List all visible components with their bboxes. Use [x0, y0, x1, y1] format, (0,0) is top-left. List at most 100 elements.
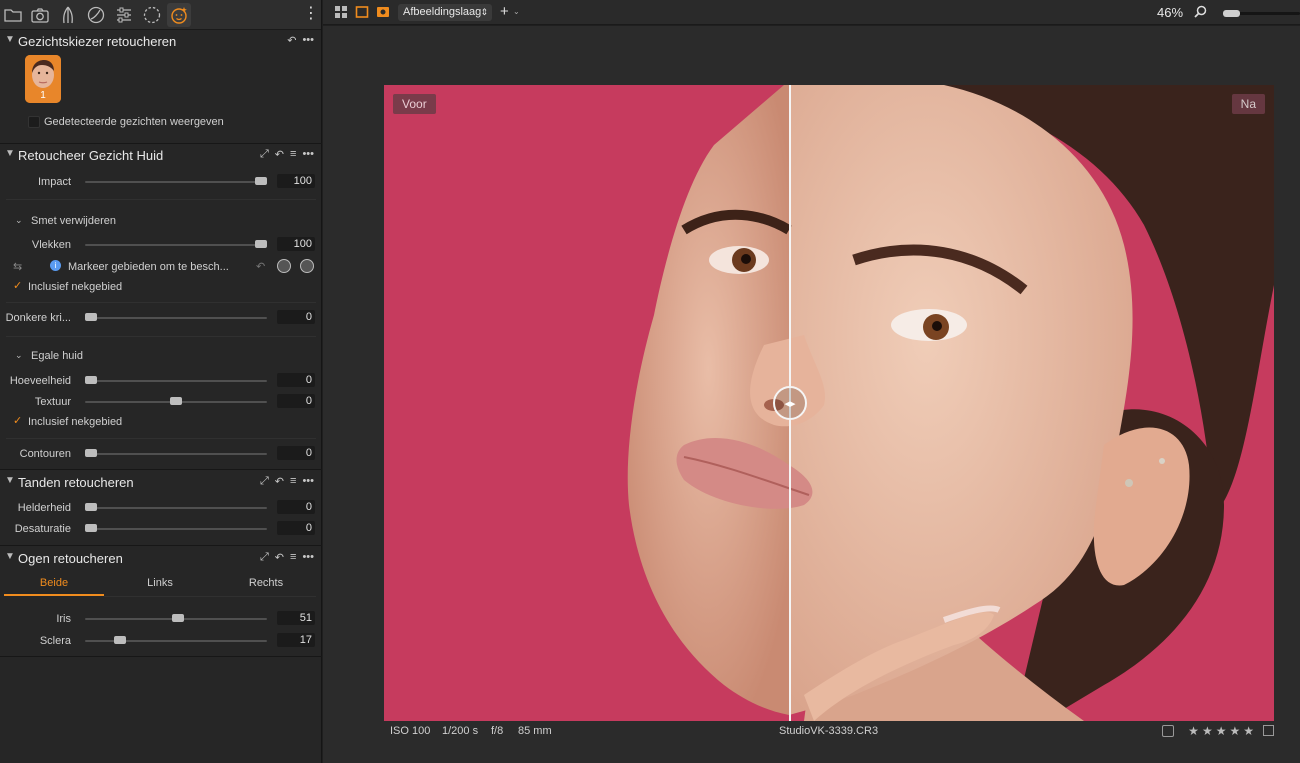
- chevron-down-icon[interactable]: ▼: [5, 34, 15, 45]
- desaturation-slider[interactable]: [85, 528, 267, 530]
- shutter-value: 1/200 s: [442, 725, 479, 737]
- star-icon[interactable]: ★: [1202, 724, 1213, 738]
- dark-circles-label: Donkere kri...: [5, 312, 71, 324]
- list-icon[interactable]: ≡: [290, 475, 296, 488]
- reset-icon[interactable]: ↶: [275, 148, 284, 161]
- desaturation-thumb[interactable]: [85, 524, 97, 532]
- desaturation-value[interactable]: 0: [277, 521, 315, 535]
- chevron-down-icon[interactable]: ▼: [5, 475, 15, 486]
- checkmark-icon[interactable]: ✓: [13, 416, 24, 427]
- sclera-thumb[interactable]: [113, 636, 126, 644]
- folder-icon[interactable]: [1, 3, 25, 27]
- more-icon[interactable]: •••: [302, 148, 314, 161]
- tab-both[interactable]: Beide: [4, 577, 104, 589]
- camera-icon[interactable]: [28, 3, 52, 27]
- reset-icon[interactable]: ↶: [275, 551, 284, 564]
- zoom-level[interactable]: 46%: [1157, 5, 1183, 20]
- texture-value[interactable]: 0: [277, 394, 315, 408]
- amount-slider[interactable]: [85, 380, 267, 382]
- tab-left[interactable]: Links: [110, 577, 210, 589]
- texture-thumb[interactable]: [170, 397, 182, 405]
- brightness-thumb[interactable]: [85, 503, 97, 511]
- sclera-slider[interactable]: [85, 640, 267, 642]
- exposure-icon[interactable]: [84, 3, 108, 27]
- sclera-value[interactable]: 17: [277, 633, 315, 647]
- more-icon[interactable]: •••: [302, 34, 314, 47]
- focal-length-value: 85 mm: [518, 725, 552, 737]
- select-checkbox[interactable]: [1162, 725, 1174, 737]
- contours-slider[interactable]: [85, 453, 267, 455]
- star-rating[interactable]: ★ ★ ★ ★ ★: [1188, 724, 1254, 738]
- reset-icon[interactable]: ↶: [287, 34, 296, 47]
- star-icon[interactable]: ★: [1229, 724, 1240, 738]
- zoom-slider-thumb[interactable]: [1223, 10, 1240, 17]
- spots-slider[interactable]: [85, 244, 267, 246]
- chevron-down-icon[interactable]: ▼: [5, 148, 15, 159]
- portrait-photo[interactable]: Voor Na ◂▸: [384, 85, 1274, 721]
- viewer-toolbar: Afbeeldingslaag ⇕ + ⌄ 46%: [323, 0, 1300, 25]
- brush-erase-icon[interactable]: [300, 259, 314, 273]
- dark-circles-slider[interactable]: [85, 317, 267, 319]
- proof-view-icon[interactable]: [376, 5, 390, 19]
- contours-thumb[interactable]: [85, 449, 97, 457]
- undo-icon[interactable]: ↶: [256, 260, 265, 273]
- list-icon[interactable]: ≡: [290, 148, 296, 161]
- chevron-down-icon[interactable]: ⌄: [15, 350, 23, 361]
- more-icon[interactable]: •••: [302, 551, 314, 564]
- chevron-down-icon[interactable]: ▼: [5, 551, 15, 562]
- impact-thumb[interactable]: [255, 177, 267, 185]
- expand-icon[interactable]: ⤢: [260, 475, 269, 488]
- face-retouch-icon[interactable]: [167, 3, 191, 27]
- star-icon[interactable]: ★: [1216, 724, 1227, 738]
- eyes-retouch-header[interactable]: ▼ Ogen retoucheren ⤢ ↶ ≡ •••: [0, 548, 322, 570]
- contours-value[interactable]: 0: [277, 446, 315, 460]
- swap-icon[interactable]: ⇆: [13, 260, 22, 273]
- expand-icon[interactable]: ⤢: [260, 551, 269, 564]
- face-selector-header[interactable]: ▼ Gezichtskiezer retoucheren ↶ •••: [0, 31, 322, 53]
- single-view-icon[interactable]: [355, 5, 369, 19]
- checkmark-icon[interactable]: ✓: [13, 281, 24, 292]
- expand-icon[interactable]: ⤢: [260, 148, 269, 161]
- face-thumbnail[interactable]: 1: [25, 55, 61, 103]
- dark-circles-thumb[interactable]: [85, 313, 97, 321]
- show-faces-checkbox[interactable]: [28, 116, 40, 128]
- spots-thumb[interactable]: [255, 240, 267, 248]
- star-icon[interactable]: ★: [1188, 724, 1199, 738]
- tab-right[interactable]: Rechts: [216, 577, 316, 589]
- divider: [6, 199, 316, 200]
- spots-value[interactable]: 100: [277, 237, 315, 251]
- teeth-retouch-header[interactable]: ▼ Tanden retoucheren ⤢ ↶ ≡ •••: [0, 472, 322, 494]
- impact-slider[interactable]: [85, 181, 267, 183]
- desaturation-label: Desaturatie: [14, 523, 71, 535]
- chevron-down-icon[interactable]: ⌄: [15, 215, 23, 226]
- impact-value[interactable]: 100: [277, 174, 315, 188]
- brush-add-icon[interactable]: [277, 259, 291, 273]
- divider: [0, 143, 322, 144]
- more-options-icon[interactable]: ⋮: [303, 4, 319, 24]
- compare-drag-handle[interactable]: ◂▸: [773, 386, 807, 420]
- adjustments-icon[interactable]: [112, 3, 136, 27]
- iris-value[interactable]: 51: [277, 611, 315, 625]
- grid-view-icon[interactable]: [334, 5, 348, 19]
- more-icon[interactable]: •••: [302, 475, 314, 488]
- dark-circles-value[interactable]: 0: [277, 310, 315, 324]
- reset-icon[interactable]: ↶: [275, 475, 284, 488]
- divider: [6, 302, 316, 303]
- layer-select[interactable]: Afbeeldingslaag ⇕: [398, 4, 492, 21]
- divider: [6, 438, 316, 439]
- brightness-slider[interactable]: [85, 507, 267, 509]
- even-skin-subheading: Egale huid: [31, 350, 83, 362]
- star-icon[interactable]: ★: [1243, 724, 1254, 738]
- skin-retouch-header[interactable]: ▼ Retoucheer Gezicht Huid ⤢ ↶ ≡ •••: [0, 145, 322, 167]
- list-icon[interactable]: ≡: [290, 551, 296, 564]
- add-layer-icon[interactable]: +: [500, 3, 509, 20]
- amount-value[interactable]: 0: [277, 373, 315, 387]
- chevron-down-icon[interactable]: ⌄: [513, 7, 520, 16]
- circle-dashed-icon[interactable]: [140, 3, 164, 27]
- lens-icon[interactable]: [56, 3, 80, 27]
- zoom-icon[interactable]: [1194, 5, 1207, 18]
- iris-thumb[interactable]: [171, 614, 184, 622]
- amount-thumb[interactable]: [85, 376, 97, 384]
- brightness-value[interactable]: 0: [277, 500, 315, 514]
- color-tag-icon[interactable]: [1263, 725, 1274, 736]
